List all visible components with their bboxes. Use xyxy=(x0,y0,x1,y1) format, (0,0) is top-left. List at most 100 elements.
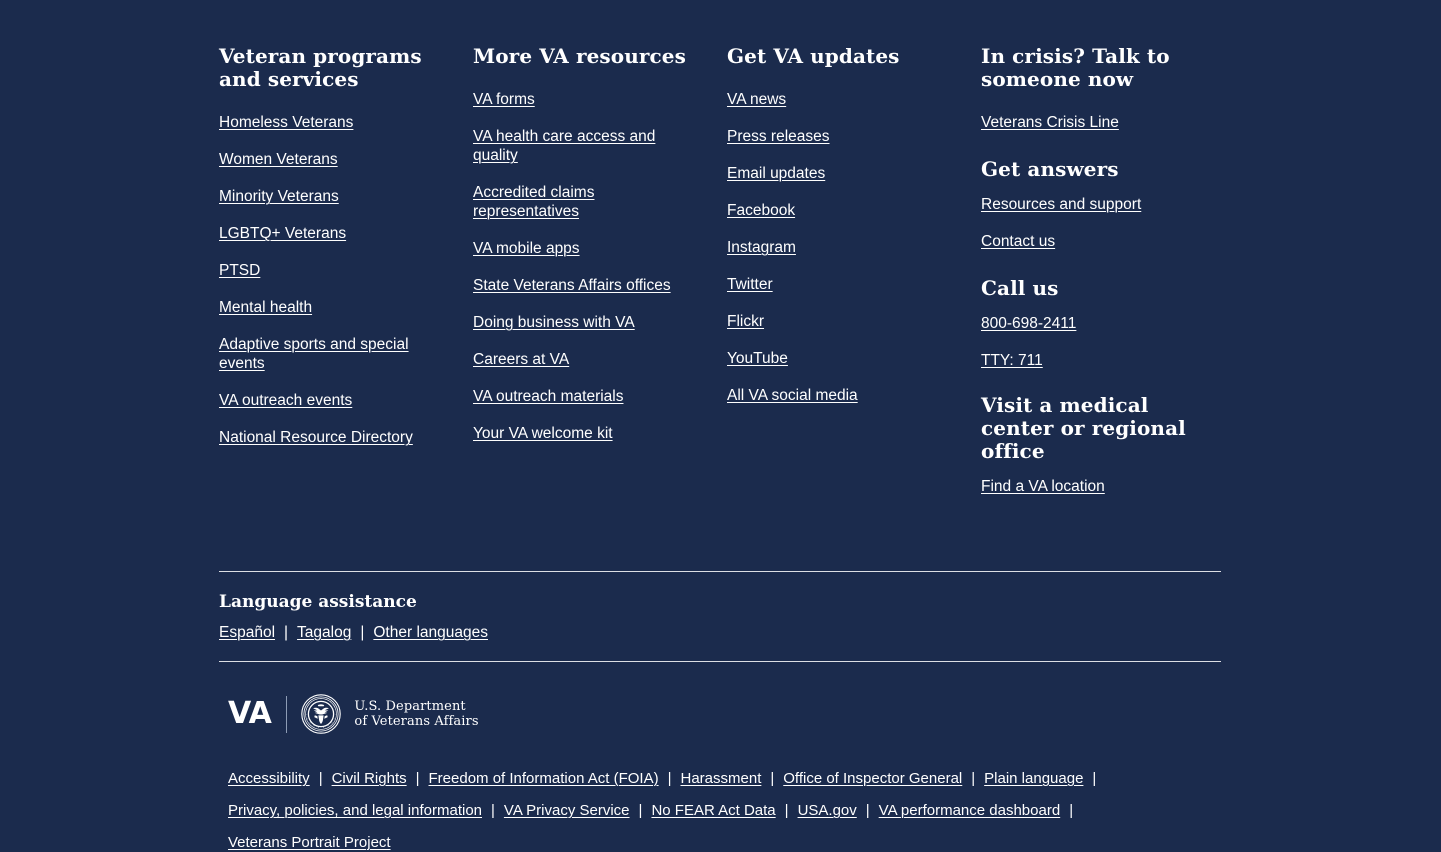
link-mental-health[interactable]: Mental health xyxy=(219,299,312,316)
link-doing-business-with-va[interactable]: Doing business with VA xyxy=(473,314,635,331)
link-espanol[interactable]: Español xyxy=(219,623,275,642)
footer-column-crisis-and-contact: In crisis? Talk to someone now Veterans … xyxy=(981,45,1221,496)
link-twitter[interactable]: Twitter xyxy=(727,276,773,293)
link-national-resource-directory[interactable]: National Resource Directory xyxy=(219,429,413,446)
link-health-care-access-quality[interactable]: VA health care access and quality xyxy=(473,128,655,164)
list-item: Adaptive sports and special events xyxy=(219,335,449,373)
link-list-va-updates: VA news Press releases Email updates Fac… xyxy=(727,90,957,405)
link-accessibility[interactable]: Accessibility xyxy=(228,769,310,788)
link-adaptive-sports[interactable]: Adaptive sports and special events xyxy=(219,336,409,372)
list-item: PTSD xyxy=(219,261,449,280)
link-va-privacy-service[interactable]: VA Privacy Service xyxy=(504,801,630,820)
link-usa-gov[interactable]: USA.gov xyxy=(798,801,857,820)
link-careers-at-va[interactable]: Careers at VA xyxy=(473,351,569,368)
list-item: LGBTQ+ Veterans xyxy=(219,224,449,243)
department-line-2: of Veterans Affairs xyxy=(354,714,479,729)
link-phone-tty[interactable]: TTY: 711 xyxy=(981,352,1043,369)
link-contact-us[interactable]: Contact us xyxy=(981,233,1055,250)
link-homeless-veterans[interactable]: Homeless Veterans xyxy=(219,114,353,131)
list-item: Facebook xyxy=(727,201,957,220)
department-line-1: U.S. Department xyxy=(354,698,466,714)
link-state-veterans-affairs-offices[interactable]: State Veterans Affairs offices xyxy=(473,277,671,294)
link-veterans-portrait-project[interactable]: Veterans Portrait Project xyxy=(228,833,391,852)
link-va-forms[interactable]: VA forms xyxy=(473,91,535,108)
link-harassment[interactable]: Harassment xyxy=(681,769,762,788)
link-va-performance-dashboard[interactable]: VA performance dashboard xyxy=(879,801,1061,820)
list-item: VA news xyxy=(727,90,957,109)
column-heading-visit-medical-center: Visit a medical center or regional offic… xyxy=(981,393,1186,463)
link-all-va-social-media[interactable]: All VA social media xyxy=(727,387,858,404)
footer-column-va-updates: Get VA updates VA news Press releases Em… xyxy=(727,45,981,405)
column-heading-veteran-programs: Veteran programs and services xyxy=(219,44,422,91)
list-item: VA outreach events xyxy=(219,391,449,410)
link-youtube[interactable]: YouTube xyxy=(727,350,788,367)
link-civil-rights[interactable]: Civil Rights xyxy=(332,769,407,788)
legal-links-row-2: Privacy, policies, and legal information… xyxy=(228,801,1221,820)
column-heading-call-us: Call us xyxy=(981,276,1059,300)
separator: | xyxy=(667,770,672,787)
link-no-fear-act-data[interactable]: No FEAR Act Data xyxy=(651,801,775,820)
link-press-releases[interactable]: Press releases xyxy=(727,128,830,145)
list-item: TTY: 711 xyxy=(981,351,1221,370)
va-logo[interactable]: VA U.S. Department of Veterans Affairs xyxy=(228,691,1221,737)
language-assistance-links: Español | Tagalog | Other languages xyxy=(219,623,1221,642)
va-logo-block: VA U.S. Department of Veterans Affairs xyxy=(219,662,1221,762)
link-email-updates[interactable]: Email updates xyxy=(727,165,825,182)
link-women-veterans[interactable]: Women Veterans xyxy=(219,151,338,168)
link-facebook[interactable]: Facebook xyxy=(727,202,795,219)
separator: | xyxy=(638,802,643,819)
list-item: All VA social media xyxy=(727,386,957,405)
logo-divider-rule xyxy=(286,695,288,733)
link-list-crisis: Veterans Crisis Line xyxy=(981,113,1221,132)
link-find-a-va-location[interactable]: Find a VA location xyxy=(981,478,1105,495)
separator: | xyxy=(415,770,420,787)
separator: | xyxy=(865,802,870,819)
divider-above-language-assistance xyxy=(219,571,1221,572)
list-item: Veterans Crisis Line xyxy=(981,113,1221,132)
link-va-mobile-apps[interactable]: VA mobile apps xyxy=(473,240,580,257)
list-item: National Resource Directory xyxy=(219,428,449,447)
link-instagram[interactable]: Instagram xyxy=(727,239,796,256)
link-va-outreach-materials[interactable]: VA outreach materials xyxy=(473,388,623,405)
list-item: Resources and support xyxy=(981,195,1221,214)
link-plain-language[interactable]: Plain language xyxy=(984,769,1083,788)
list-item: Flickr xyxy=(727,312,957,331)
separator: | xyxy=(770,770,775,787)
link-ptsd[interactable]: PTSD xyxy=(219,262,260,279)
list-item: Your VA welcome kit xyxy=(473,424,703,443)
list-item: Find a VA location xyxy=(981,477,1221,496)
link-foia[interactable]: Freedom of Information Act (FOIA) xyxy=(429,769,659,788)
link-other-languages[interactable]: Other languages xyxy=(373,623,488,642)
separator: | xyxy=(971,770,976,787)
link-lgbtq-veterans[interactable]: LGBTQ+ Veterans xyxy=(219,225,346,242)
list-item: Minority Veterans xyxy=(219,187,449,206)
separator: | xyxy=(1069,802,1074,819)
link-tagalog[interactable]: Tagalog xyxy=(297,623,351,642)
column-heading-in-crisis: In crisis? Talk to someone now xyxy=(981,44,1170,91)
list-item: Doing business with VA xyxy=(473,313,703,332)
footer-column-more-resources: More VA resources VA forms VA health car… xyxy=(473,45,727,443)
list-item: Accredited claims representatives xyxy=(473,183,703,221)
link-va-outreach-events[interactable]: VA outreach events xyxy=(219,392,352,409)
link-accredited-claims-representatives[interactable]: Accredited claims representatives xyxy=(473,184,594,220)
list-item: VA outreach materials xyxy=(473,387,703,406)
link-veterans-crisis-line[interactable]: Veterans Crisis Line xyxy=(981,114,1119,131)
list-item: State Veterans Affairs offices xyxy=(473,276,703,295)
va-wordmark: VA xyxy=(228,696,272,731)
list-item: 800-698-2411 xyxy=(981,314,1221,333)
link-list-get-answers: Resources and support Contact us xyxy=(981,195,1221,251)
column-heading-more-resources: More VA resources xyxy=(473,44,686,68)
link-privacy-policies-legal[interactable]: Privacy, policies, and legal information xyxy=(228,801,482,820)
link-va-news[interactable]: VA news xyxy=(727,91,786,108)
list-item: VA mobile apps xyxy=(473,239,703,258)
link-flickr[interactable]: Flickr xyxy=(727,313,764,330)
legal-links-row-1: Accessibility | Civil Rights | Freedom o… xyxy=(228,769,1221,788)
link-resources-and-support[interactable]: Resources and support xyxy=(981,196,1141,213)
list-item: VA health care access and quality xyxy=(473,127,703,165)
link-minority-veterans[interactable]: Minority Veterans xyxy=(219,188,339,205)
list-item: YouTube xyxy=(727,349,957,368)
separator: | xyxy=(284,624,289,641)
link-office-of-inspector-general[interactable]: Office of Inspector General xyxy=(783,769,962,788)
link-your-va-welcome-kit[interactable]: Your VA welcome kit xyxy=(473,425,613,442)
link-phone-main[interactable]: 800-698-2411 xyxy=(981,315,1076,332)
